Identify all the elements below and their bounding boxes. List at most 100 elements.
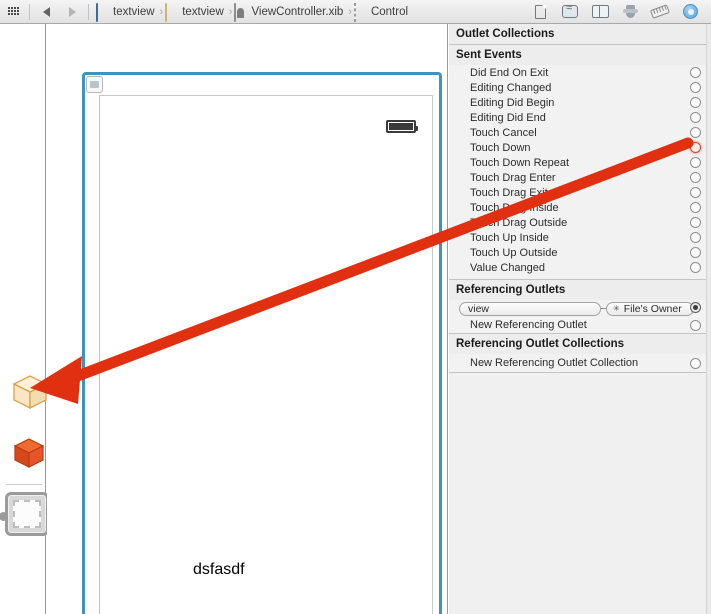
referencing-outlets-group: Referencing Outlets view ✳ File's Owner … bbox=[449, 280, 711, 334]
event-label: Editing Did End bbox=[470, 111, 546, 124]
breadcrumb-item-xib[interactable]: ViewController.xib bbox=[234, 0, 346, 24]
folder-icon bbox=[165, 2, 179, 22]
event-row-editing-did-end[interactable]: Editing Did End bbox=[449, 110, 711, 125]
referencing-outlet-collections-group: Referencing Outlet Collections New Refer… bbox=[449, 334, 711, 373]
connection-dot[interactable] bbox=[690, 320, 701, 331]
event-label: Touch Up Outside bbox=[470, 246, 558, 259]
event-label: Did End On Exit bbox=[470, 66, 549, 79]
connection-dot[interactable] bbox=[690, 187, 701, 198]
event-row-touch-up-inside[interactable]: Touch Up Inside bbox=[449, 230, 711, 245]
connection-dot[interactable] bbox=[690, 262, 701, 273]
inspector-scrollbar[interactable] bbox=[706, 24, 711, 614]
outlet-connection-row[interactable]: view ✳ File's Owner bbox=[449, 300, 711, 317]
breadcrumb: textview › textview › ViewController.xib… bbox=[92, 0, 411, 24]
dock-divider bbox=[6, 484, 42, 485]
identity-inspector-button[interactable] bbox=[585, 0, 615, 24]
event-row-touch-up-outside[interactable]: Touch Up Outside bbox=[449, 245, 711, 260]
quick-help-icon bbox=[562, 2, 578, 18]
row-new-referencing-outlet[interactable]: New Referencing Outlet bbox=[449, 317, 711, 333]
event-label: Touch Down Repeat bbox=[470, 156, 570, 169]
outlet-label: New Referencing Outlet bbox=[470, 319, 587, 331]
identity-inspector-icon bbox=[591, 5, 609, 18]
event-row-touch-down-repeat[interactable]: Touch Down Repeat bbox=[449, 155, 711, 170]
first-responder-dock-icon[interactable] bbox=[12, 436, 46, 470]
view-connection-knob bbox=[0, 512, 8, 521]
back-button[interactable] bbox=[33, 1, 59, 23]
connection-dot[interactable] bbox=[690, 172, 701, 183]
connection-dot-outlet[interactable] bbox=[690, 302, 701, 313]
toolbar-nav-group bbox=[0, 0, 92, 24]
connections-inspector-button[interactable] bbox=[675, 0, 705, 24]
file-inspector-button[interactable] bbox=[525, 0, 555, 24]
selected-view-frame[interactable] bbox=[82, 72, 442, 614]
connection-dot[interactable] bbox=[690, 112, 701, 123]
outlet-target-pill[interactable]: ✳ File's Owner bbox=[606, 301, 694, 316]
event-label: Editing Did Begin bbox=[470, 96, 555, 109]
object-icon bbox=[353, 2, 368, 22]
view-badge-icon bbox=[86, 76, 103, 93]
xcode-project-icon bbox=[96, 2, 110, 22]
connection-dot[interactable] bbox=[690, 358, 701, 369]
editor-layout-button[interactable] bbox=[0, 1, 26, 23]
section-header-referencing-outlet-collections: Referencing Outlet Collections bbox=[449, 334, 711, 354]
section-header-sent-events: Sent Events bbox=[449, 45, 711, 65]
files-owner-dock-icon[interactable] bbox=[10, 372, 50, 412]
size-inspector-icon bbox=[650, 4, 670, 19]
connection-dot[interactable] bbox=[690, 232, 701, 243]
files-owner-cube-icon bbox=[12, 375, 48, 410]
outlet-source-pill[interactable]: view bbox=[459, 301, 601, 316]
breadcrumb-label-folder: textview bbox=[182, 5, 224, 18]
attributes-inspector-button[interactable] bbox=[615, 0, 645, 24]
outlet-target-label: File's Owner bbox=[623, 302, 682, 315]
canvas-area[interactable]: dsfasdf bbox=[47, 24, 448, 614]
connection-dot[interactable] bbox=[690, 97, 701, 108]
attributes-inspector-icon bbox=[622, 5, 638, 18]
event-label: Touch Drag Exit bbox=[470, 186, 548, 199]
event-row-touch-drag-inside[interactable]: Touch Drag Inside bbox=[449, 200, 711, 215]
quick-help-button[interactable] bbox=[555, 0, 585, 24]
event-row-value-changed[interactable]: Value Changed bbox=[449, 260, 711, 275]
toolbar-divider bbox=[29, 3, 30, 20]
event-row-touch-cancel[interactable]: Touch Cancel bbox=[449, 125, 711, 140]
forward-button[interactable] bbox=[59, 1, 85, 23]
view-dock-icon[interactable] bbox=[0, 492, 49, 536]
event-row-editing-did-begin[interactable]: Editing Did Begin bbox=[449, 95, 711, 110]
xib-object-dock bbox=[0, 24, 49, 614]
event-row-touch-drag-exit[interactable]: Touch Drag Exit bbox=[449, 185, 711, 200]
file-inspector-icon bbox=[534, 4, 546, 19]
outlet-collection-label: New Referencing Outlet Collection bbox=[470, 357, 639, 369]
outlet-collections-group: Outlet Collections bbox=[449, 24, 711, 45]
section-header-referencing-outlets: Referencing Outlets bbox=[449, 280, 711, 300]
event-row-touch-drag-enter[interactable]: Touch Drag Enter bbox=[449, 170, 711, 185]
breadcrumb-item-control[interactable]: Control bbox=[353, 0, 411, 24]
row-new-referencing-outlet-collection[interactable]: New Referencing Outlet Collection bbox=[449, 354, 711, 372]
event-row-touch-down[interactable]: Touch Down bbox=[449, 140, 711, 155]
toolbar-divider-2 bbox=[88, 3, 89, 20]
section-header-outlet-collections: Outlet Collections bbox=[449, 24, 711, 44]
event-label: Value Changed bbox=[470, 261, 546, 274]
connection-dot[interactable] bbox=[690, 127, 701, 138]
event-label: Touch Up Inside bbox=[470, 231, 549, 244]
connection-dot[interactable] bbox=[690, 157, 701, 168]
connection-dot[interactable] bbox=[690, 67, 701, 78]
connections-inspector-panel: Outlet Collections Sent Events Did End O… bbox=[449, 24, 711, 614]
event-row-touch-drag-outside[interactable]: Touch Drag Outside bbox=[449, 215, 711, 230]
connection-dot[interactable] bbox=[690, 247, 701, 258]
xib-file-icon bbox=[234, 2, 248, 22]
view-content-area[interactable] bbox=[99, 95, 433, 614]
breadcrumb-item-folder[interactable]: textview bbox=[165, 0, 227, 24]
event-row-editing-changed[interactable]: Editing Changed bbox=[449, 80, 711, 95]
first-responder-cube-icon bbox=[13, 438, 45, 468]
event-row-did-end-on-exit[interactable]: Did End On Exit bbox=[449, 65, 711, 80]
canvas-label[interactable]: dsfasdf bbox=[193, 561, 245, 579]
connection-dot-touch-down[interactable] bbox=[690, 142, 701, 153]
breadcrumb-item-project[interactable]: textview bbox=[96, 0, 158, 24]
connections-inspector-icon bbox=[682, 4, 698, 19]
breadcrumb-label-control: Control bbox=[370, 5, 409, 18]
connection-dot[interactable] bbox=[690, 202, 701, 213]
connection-dot[interactable] bbox=[690, 217, 701, 228]
sent-events-group: Sent Events Did End On Exit Editing Chan… bbox=[449, 45, 711, 280]
size-inspector-button[interactable] bbox=[645, 0, 675, 24]
view-thumbnail-icon bbox=[13, 500, 41, 528]
connection-dot[interactable] bbox=[690, 82, 701, 93]
